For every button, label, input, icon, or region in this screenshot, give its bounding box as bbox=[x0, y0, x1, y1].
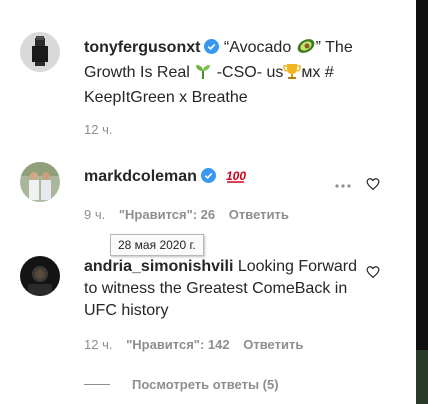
comment-header: markdcoleman 100 bbox=[84, 168, 247, 189]
comment-meta: 9 ч. "Нравится": 26 Ответить bbox=[84, 207, 289, 222]
likes-count[interactable]: "Нравится": 142 bbox=[126, 337, 230, 352]
comment-text: andria_simonishvili Looking Forward to w… bbox=[84, 256, 366, 322]
trophy-icon bbox=[283, 62, 302, 87]
avatar[interactable] bbox=[20, 32, 60, 72]
like-heart-icon[interactable] bbox=[366, 265, 380, 279]
seedling-icon bbox=[194, 62, 212, 87]
avocado-icon bbox=[296, 37, 316, 62]
comment-meta: 12 ч. "Нравится": 142 Ответить bbox=[84, 337, 303, 352]
likes-count[interactable]: "Нравится": 26 bbox=[119, 207, 215, 222]
date-tooltip: 28 мая 2020 г. bbox=[110, 234, 204, 256]
timestamp[interactable]: 9 ч. bbox=[84, 207, 105, 222]
avatar[interactable] bbox=[20, 256, 60, 296]
avatar[interactable] bbox=[20, 162, 60, 202]
replies-divider bbox=[84, 384, 110, 385]
username-link[interactable]: tonyfergusonxt bbox=[84, 39, 200, 56]
reply-button[interactable]: Ответить bbox=[229, 207, 289, 222]
like-heart-icon[interactable] bbox=[366, 177, 380, 191]
hundred-points-icon: 100 bbox=[226, 168, 246, 189]
caption-part: -CSO- us bbox=[212, 64, 284, 81]
timestamp[interactable]: 12 ч. bbox=[84, 337, 112, 352]
username-link[interactable]: andria_simonishvili bbox=[84, 258, 233, 275]
view-replies-button[interactable]: Посмотреть ответы (5) bbox=[132, 377, 279, 392]
more-options-icon[interactable] bbox=[334, 176, 352, 188]
svg-text:100: 100 bbox=[226, 169, 246, 183]
caption-text: tonyfergusonxt “Avocado ” The Growth Is … bbox=[84, 37, 394, 109]
right-edge-strip bbox=[416, 0, 428, 404]
verified-badge-icon bbox=[204, 39, 220, 54]
reply-button[interactable]: Ответить bbox=[243, 337, 303, 352]
caption-part: “Avocado bbox=[223, 39, 296, 56]
timestamp[interactable]: 12 ч. bbox=[84, 122, 112, 137]
verified-badge-icon bbox=[200, 168, 216, 183]
right-edge-highlight bbox=[416, 350, 428, 404]
username-link[interactable]: markdcoleman bbox=[84, 168, 197, 185]
